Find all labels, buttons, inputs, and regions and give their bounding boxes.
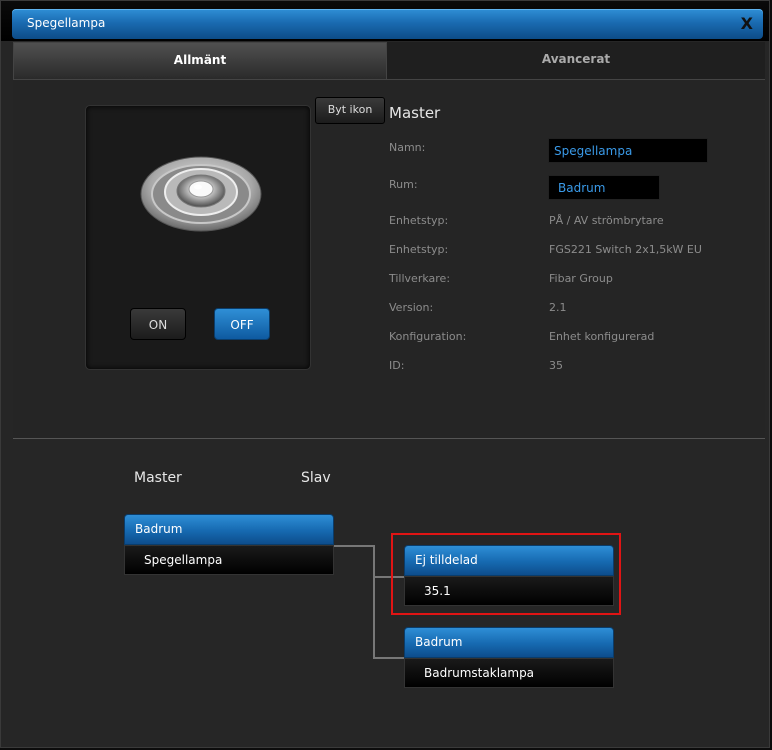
title-bar-strip: Spegellampa X bbox=[12, 9, 763, 39]
slave-room: Badrum bbox=[404, 627, 614, 658]
association-panel: Master Slav Badrum Spegellampa Ej tillde… bbox=[13, 439, 765, 741]
title-bar: Spegellampa X bbox=[1, 1, 769, 41]
room-field[interactable]: Badrum bbox=[548, 175, 660, 200]
off-button[interactable]: OFF bbox=[214, 308, 270, 340]
master-room: Badrum bbox=[124, 514, 334, 545]
property-value: 35 bbox=[549, 359, 563, 372]
association-connectors bbox=[333, 545, 404, 659]
master-device-card[interactable]: Badrum Spegellampa bbox=[124, 514, 334, 575]
tab-allmant[interactable]: Allmänt bbox=[13, 42, 387, 80]
tab-avancerat[interactable]: Avancerat bbox=[387, 42, 765, 80]
slave-device-name: Badrumstaklampa bbox=[404, 658, 614, 688]
property-label: Enhetstyp: bbox=[389, 214, 449, 227]
on-button[interactable]: ON bbox=[130, 308, 186, 340]
master-device-name: Spegellampa bbox=[124, 545, 334, 575]
property-label: Version: bbox=[389, 301, 434, 314]
highlight-box bbox=[391, 533, 621, 615]
property-value: PÅ / AV strömbrytare bbox=[549, 214, 664, 227]
property-value: 2.1 bbox=[549, 301, 567, 314]
change-icon-button[interactable]: Byt ikon bbox=[315, 97, 385, 124]
tab-bar: Allmänt Avancerat bbox=[13, 42, 765, 80]
name-field[interactable]: Spegellampa bbox=[548, 138, 708, 163]
spotlight-icon bbox=[140, 156, 262, 232]
property-label: ID: bbox=[389, 359, 405, 372]
property-label: Tillverkare: bbox=[389, 272, 451, 285]
general-panel: ON OFF Byt ikon Master Namn: Spegellampa… bbox=[13, 80, 765, 439]
properties-heading: Master bbox=[389, 104, 441, 122]
property-value: Fibar Group bbox=[549, 272, 613, 285]
property-label: Konfiguration: bbox=[389, 330, 467, 343]
property-label: Enhetstyp: bbox=[389, 243, 449, 256]
device-icon-box: ON OFF bbox=[85, 105, 311, 370]
close-icon[interactable]: X bbox=[741, 14, 753, 33]
name-label: Namn: bbox=[389, 141, 426, 154]
property-value: FGS221 Switch 2x1,5kW EU bbox=[549, 243, 702, 256]
property-value: Enhet konfigurerad bbox=[549, 330, 655, 343]
room-label: Rum: bbox=[389, 178, 418, 191]
device-dialog: Spegellampa X Allmänt Avancerat ON OFF B… bbox=[0, 0, 770, 748]
window-title: Spegellampa bbox=[27, 16, 106, 30]
slave-device-card[interactable]: Badrum Badrumstaklampa bbox=[404, 627, 614, 688]
